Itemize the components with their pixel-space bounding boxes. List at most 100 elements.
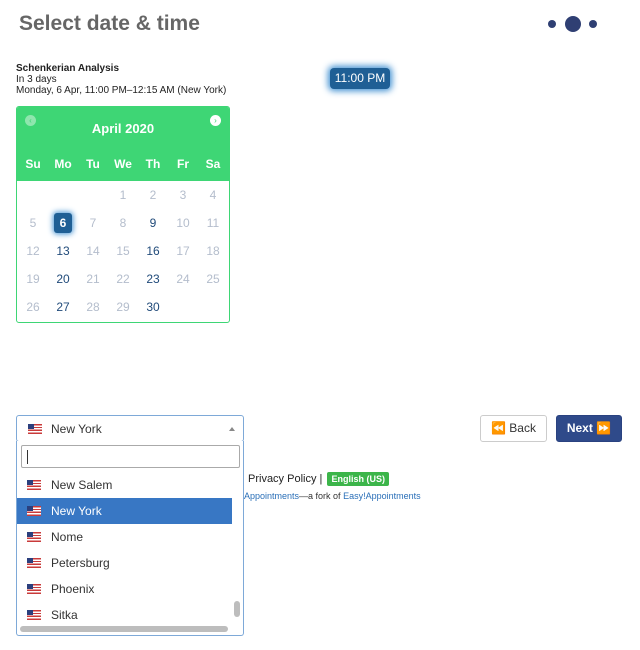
service-name: Schenkerian Analysis — [16, 63, 120, 74]
calendar-day-empty — [18, 181, 48, 209]
us-flag-icon — [27, 532, 41, 542]
calendar-day: 28 — [78, 293, 108, 321]
calendar-day-number: 14 — [86, 244, 100, 258]
next-button[interactable]: Next ⏩ — [556, 415, 622, 442]
step-1-dot — [548, 20, 556, 28]
timezone-option[interactable]: Nome — [17, 524, 232, 550]
timezone-selected-value: New York — [51, 422, 102, 436]
calendar-week-row: 5 6 7 8 9 10 11 — [18, 209, 228, 237]
text-cursor — [27, 450, 28, 464]
chevron-up-icon — [229, 427, 235, 431]
timezone-option[interactable]: Petersburg — [17, 550, 232, 576]
us-flag-icon — [27, 506, 41, 516]
calendar-day: 24 — [168, 265, 198, 293]
time-slot-button[interactable]: 11:00 PM — [330, 68, 390, 89]
calendar-day[interactable]: 23 — [138, 265, 168, 293]
calendar-day-number: 17 — [176, 244, 190, 258]
calendar-day-number: 30 — [146, 300, 160, 314]
weekday-label: Th — [145, 157, 161, 171]
calendar-week-row: 12 13 14 15 16 17 18 — [18, 237, 228, 265]
calendar-day[interactable]: 16 — [138, 237, 168, 265]
footer-links: Privacy Policy | English (US) — [248, 472, 389, 486]
calendar-day: 2 — [138, 181, 168, 209]
calendar-day-number: 5 — [29, 216, 37, 230]
calendar-day-grid: 1 2 3 4 5 6 7 8 9 10 11 12 13 14 15 16 17 18 19 20 21 22 23 24 2… — [18, 181, 228, 321]
calendar-day-number: 23 — [146, 272, 160, 286]
calendar-day-number: 21 — [86, 272, 100, 286]
weekday-label: We — [114, 157, 132, 171]
calendar-day-number: 25 — [206, 272, 220, 286]
calendar-day-number: 4 — [209, 188, 217, 202]
step-3-dot — [589, 20, 597, 28]
calendar-day: 25 — [198, 265, 228, 293]
page-title: Select date & time — [19, 12, 200, 35]
calendar-day-number: 19 — [26, 272, 40, 286]
calendar-day-number: 11 — [206, 216, 220, 230]
weekday-label: Sa — [205, 157, 221, 171]
calendar-week-row: 19 20 21 22 23 24 25 — [18, 265, 228, 293]
timezone-option[interactable]: Sitka — [17, 602, 232, 628]
privacy-policy-link[interactable]: Privacy Policy — [248, 473, 316, 485]
calendar-day-number: 28 — [86, 300, 100, 314]
timezone-option-label: Petersburg — [51, 556, 110, 570]
calendar-day-number: 3 — [179, 188, 187, 202]
calendar-day[interactable]: 13 — [48, 237, 78, 265]
calendar-day: 1 — [108, 181, 138, 209]
back-button[interactable]: ⏪ Back — [480, 415, 547, 442]
calendar-day-empty — [78, 181, 108, 209]
appointment-summary: Schenkerian Analysis In 3 days Monday, 6… — [16, 63, 226, 96]
calendar-day-selected[interactable]: 6 — [48, 209, 78, 237]
timezone-option-label: New York — [51, 504, 102, 518]
calendar-day: 11 — [198, 209, 228, 237]
timezone-option-label: Phoenix — [51, 582, 95, 596]
calendar-day-number: 1 — [119, 188, 127, 202]
credit-text: —a fork of — [299, 491, 344, 501]
timezone-dropdown: New Salem New York Nome Petersburg Phoenix Si… — [16, 441, 244, 636]
calendar-day: 14 — [78, 237, 108, 265]
calendar-day: 17 — [168, 237, 198, 265]
calendar-day-number: 12 — [26, 244, 40, 258]
vertical-scrollbar[interactable] — [234, 601, 240, 617]
horizontal-scrollbar[interactable] — [20, 626, 228, 632]
calendar-day-number: 24 — [176, 272, 190, 286]
calendar-day[interactable]: 27 — [48, 293, 78, 321]
credit-link[interactable]: Appointments — [244, 491, 299, 501]
calendar-day-number: 10 — [176, 216, 190, 230]
calendar-day: 15 — [108, 237, 138, 265]
calendar-day-number: 18 — [206, 244, 220, 258]
calendar-day-number: 22 — [116, 272, 130, 286]
appointment-relative-time: In 3 days — [16, 74, 57, 85]
calendar-day[interactable]: 20 — [48, 265, 78, 293]
language-selector[interactable]: English (US) — [327, 472, 389, 486]
weekday-label: Fr — [177, 157, 189, 171]
next-month-icon[interactable]: › — [210, 115, 221, 126]
calendar-day-number: 29 — [116, 300, 130, 314]
calendar-day[interactable]: 30 — [138, 293, 168, 321]
step-indicator — [546, 14, 601, 34]
calendar-day-number: 7 — [89, 216, 97, 230]
timezone-option[interactable]: New York — [17, 498, 232, 524]
calendar-day-number: 2 — [149, 188, 157, 202]
calendar-day: 18 — [198, 237, 228, 265]
timezone-option-label: Nome — [51, 530, 84, 544]
calendar-day-number: 26 — [26, 300, 40, 314]
us-flag-icon — [28, 424, 42, 434]
calendar-day: 29 — [108, 293, 138, 321]
timezone-select[interactable]: New York — [16, 415, 244, 442]
calendar-day: 22 — [108, 265, 138, 293]
weekday-label: Mo — [54, 157, 72, 171]
timezone-option[interactable]: New Salem — [17, 472, 232, 498]
easyappointments-link[interactable]: Easy!Appointments — [343, 491, 421, 501]
calendar-day-empty — [198, 293, 228, 321]
calendar-day: 8 — [108, 209, 138, 237]
calendar-day-number: 27 — [56, 300, 70, 314]
calendar-day[interactable]: 9 — [138, 209, 168, 237]
us-flag-icon — [27, 584, 41, 594]
us-flag-icon — [27, 558, 41, 568]
calendar-day-number: 6 — [54, 213, 72, 233]
calendar-day-number: 9 — [149, 216, 157, 230]
timezone-option[interactable]: Phoenix — [17, 576, 232, 602]
timezone-options-list: New Salem New York Nome Petersburg Phoenix Si… — [17, 472, 232, 628]
us-flag-icon — [27, 610, 41, 620]
timezone-search-input[interactable] — [21, 445, 240, 468]
